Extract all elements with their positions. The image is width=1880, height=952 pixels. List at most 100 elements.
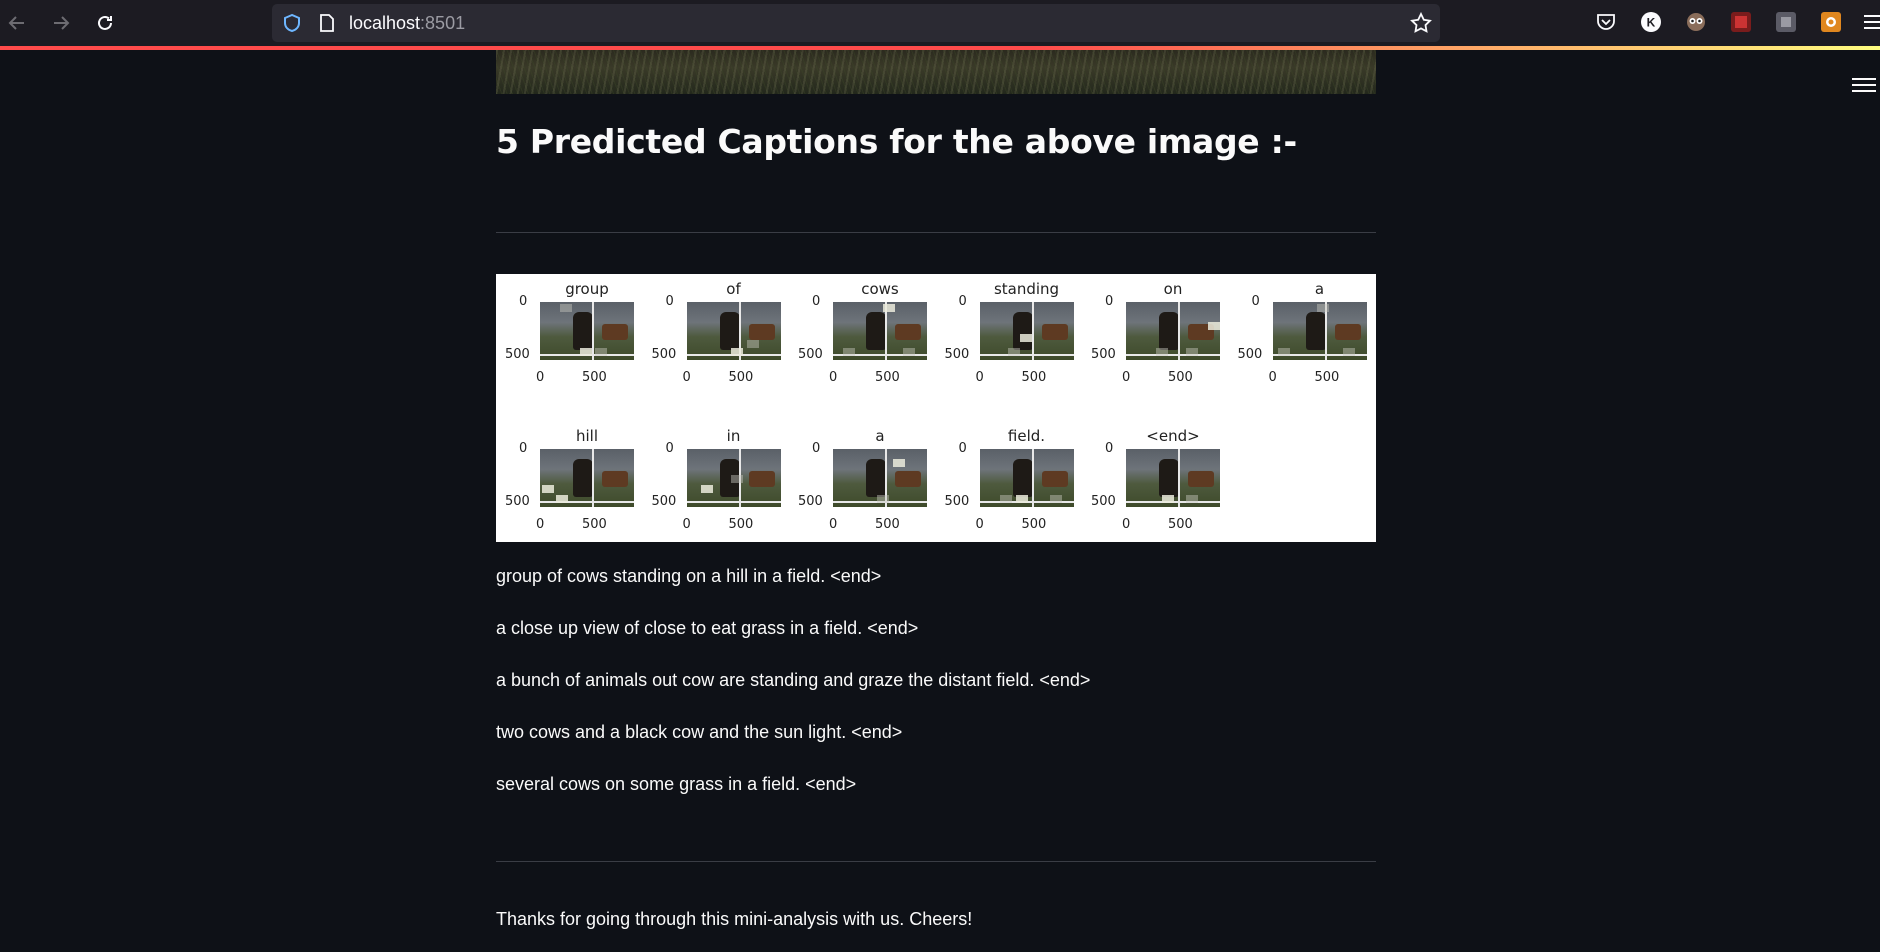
y-tick-bottom: 500	[505, 494, 530, 509]
y-tick-top: 0	[519, 294, 528, 309]
y-tick-bottom: 500	[944, 494, 970, 509]
x-tick-left: 0	[536, 370, 545, 385]
hero-image-bottom	[496, 50, 1376, 94]
y-tick-top: 0	[1105, 441, 1114, 456]
caption-2: a close up view of close to eat grass in…	[496, 618, 919, 638]
y-tick-bottom: 500	[1091, 494, 1116, 509]
attention-word-label: cows	[861, 280, 899, 298]
x-tick-left: 0	[975, 370, 984, 385]
attention-panel: field. 0 500 0 500	[936, 421, 1076, 551]
x-tick-left: 0	[682, 370, 691, 385]
page-title: 5 Predicted Captions for the above image…	[496, 122, 1297, 161]
attention-panel: a 0 500 0 500	[1229, 274, 1369, 404]
x-tick-left: 0	[1122, 370, 1131, 385]
account-k-icon[interactable]: K	[1640, 11, 1662, 33]
x-tick-right: 500	[582, 517, 607, 532]
forward-arrow-icon	[54, 16, 70, 30]
y-tick-bottom: 500	[651, 347, 677, 362]
x-tick-right: 500	[1168, 370, 1193, 385]
attention-panel: of 0 500 0 500	[643, 274, 783, 404]
attention-heatmap-image	[686, 449, 781, 507]
caption-4: two cows and a black cow and the sun lig…	[496, 722, 903, 742]
shield-icon[interactable]	[282, 13, 302, 33]
pocket-icon[interactable]	[1595, 11, 1617, 33]
page-info-icon[interactable]	[318, 13, 336, 33]
y-tick-top: 0	[958, 441, 967, 456]
caption-5: several cows on some grass in a field. <…	[496, 774, 857, 794]
attention-word-label: group	[565, 280, 609, 298]
x-tick-right: 500	[1021, 517, 1047, 532]
x-tick-right: 500	[1168, 517, 1193, 532]
x-tick-left: 0	[682, 517, 691, 532]
extension-orange-icon[interactable]	[1820, 11, 1842, 33]
divider	[496, 232, 1376, 233]
attention-panel: standing 0 500 0 500	[936, 274, 1076, 404]
reload-button[interactable]	[92, 10, 118, 36]
back-arrow-icon	[8, 16, 24, 30]
attention-panel: cows 0 500 0 500	[789, 274, 929, 404]
divider	[496, 861, 1376, 862]
attention-heatmap-image	[979, 449, 1074, 507]
extension-core-icon[interactable]	[1730, 11, 1752, 33]
y-tick-top: 0	[1251, 294, 1260, 309]
y-tick-top: 0	[1105, 294, 1114, 309]
x-tick-left: 0	[829, 370, 838, 385]
y-tick-bottom: 500	[798, 347, 823, 362]
attention-heatmap-image	[540, 449, 634, 507]
attention-heatmap-image	[833, 302, 927, 360]
attention-word-label: field.	[1007, 427, 1046, 445]
attention-word-label: of	[726, 280, 741, 298]
y-tick-top: 0	[665, 294, 674, 309]
attention-word-label: a	[875, 427, 885, 445]
address-bar[interactable]: localhost:8501	[272, 4, 1440, 42]
y-tick-bottom: 500	[1091, 347, 1116, 362]
attention-word-label: hill	[575, 427, 598, 445]
forward-button[interactable]	[48, 10, 74, 36]
attention-heatmap-image	[1272, 302, 1367, 360]
y-tick-top: 0	[812, 294, 821, 309]
caption-1: group of cows standing on a hill in a fi…	[496, 566, 882, 586]
caption-3: a bunch of animals out cow are standing …	[496, 670, 1091, 690]
x-tick-left: 0	[536, 517, 545, 532]
attention-word-label: in	[726, 427, 741, 445]
attention-panel: group 0 500 0 500	[496, 274, 636, 404]
attention-word-label: <end>	[1146, 427, 1200, 445]
attention-panel: in 0 500 0 500	[643, 421, 783, 551]
y-tick-bottom: 500	[944, 347, 970, 362]
x-tick-right: 500	[875, 517, 900, 532]
bookmark-star-icon[interactable]	[1410, 12, 1432, 34]
y-tick-top: 0	[958, 294, 967, 309]
y-tick-bottom: 500	[1237, 347, 1263, 362]
attention-heatmap-image	[1126, 449, 1220, 507]
attention-heatmap-image	[1126, 302, 1220, 360]
x-tick-left: 0	[1268, 370, 1277, 385]
y-tick-top: 0	[519, 441, 528, 456]
browser-toolbar: localhost:8501 K	[0, 0, 1880, 46]
browser-menu-icon[interactable]	[1862, 11, 1880, 33]
extension-square-icon[interactable]	[1775, 11, 1797, 33]
attention-heatmap-image	[979, 302, 1074, 360]
attention-heatmap-image	[686, 302, 781, 360]
x-tick-left: 0	[1122, 517, 1131, 532]
x-tick-right: 500	[875, 370, 900, 385]
x-tick-right: 500	[1314, 370, 1340, 385]
hamburger-menu-icon[interactable]	[1852, 74, 1876, 94]
y-tick-top: 0	[812, 441, 821, 456]
attention-panel: on 0 500 0 500	[1082, 274, 1222, 404]
attention-word-label: on	[1163, 280, 1183, 298]
attention-figure: group 0 500 0 500 of 0 500 0 500 cows 0 500 0 500 stand…	[496, 274, 1376, 542]
attention-panel: <end> 0 500 0 500	[1082, 421, 1222, 551]
x-tick-right: 500	[582, 370, 607, 385]
svg-text:K: K	[1647, 16, 1656, 30]
extension-owl-icon[interactable]	[1685, 11, 1707, 33]
attention-panel: hill 0 500 0 500	[496, 421, 636, 551]
x-tick-left: 0	[829, 517, 838, 532]
back-button[interactable]	[4, 10, 30, 36]
x-tick-right: 500	[728, 517, 754, 532]
attention-word-label: standing	[993, 280, 1060, 298]
closing-text: Thanks for going through this mini-analy…	[496, 909, 973, 929]
y-tick-bottom: 500	[505, 347, 530, 362]
attention-heatmap-image	[833, 449, 927, 507]
x-tick-right: 500	[1021, 370, 1047, 385]
url-text[interactable]: localhost:8501	[349, 13, 465, 34]
